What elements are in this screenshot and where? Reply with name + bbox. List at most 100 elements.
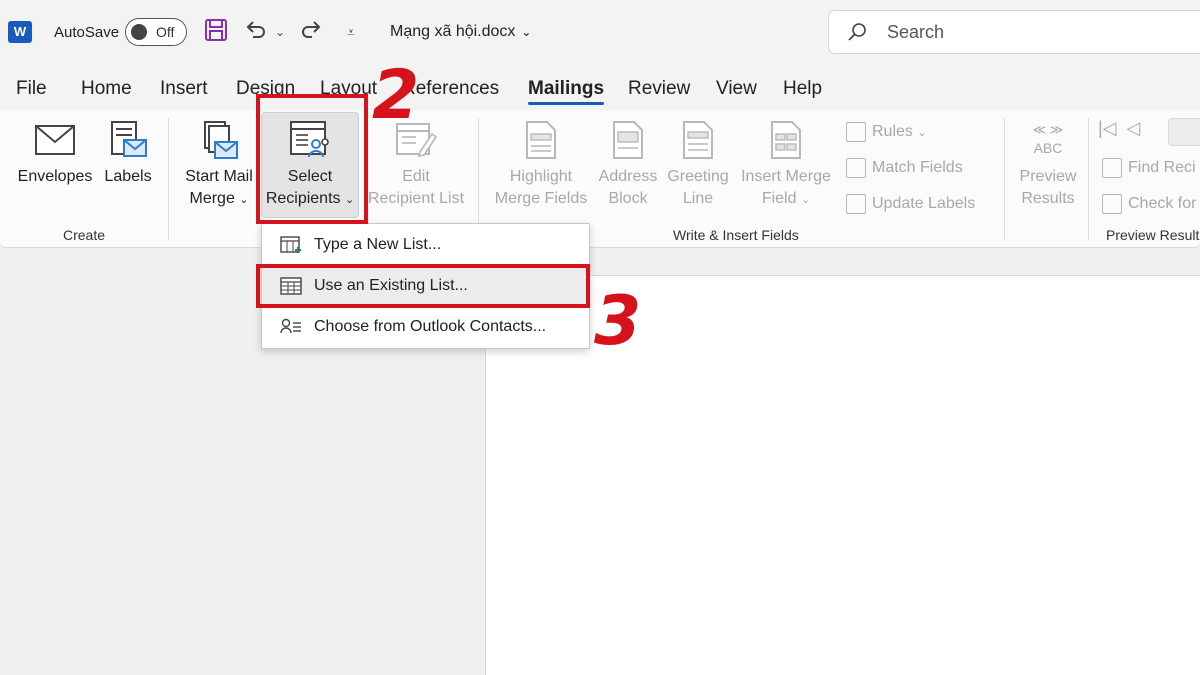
insert-merge-field-icon [771, 121, 801, 159]
word-logo-icon: W [8, 21, 32, 43]
rules-button[interactable]: Rules ⌄ [846, 122, 927, 142]
highlight-label-2: Merge Fields [494, 190, 588, 207]
find-recipient-icon [1102, 158, 1122, 178]
greeting-line-icon [683, 121, 713, 159]
search-icon [848, 23, 866, 41]
group-label-write-insert: Write & Insert Fields [673, 227, 799, 243]
first-record-icon[interactable]: |◁ [1098, 118, 1117, 138]
greeting-label-2: Line [682, 190, 714, 207]
preview-nav: |◁ ◁ [1098, 118, 1140, 139]
update-labels-icon [846, 194, 866, 214]
tab-mailings[interactable]: Mailings [528, 78, 605, 105]
start-mail-merge-label-2-text: Merge [189, 190, 235, 207]
tab-home[interactable]: Home [81, 78, 132, 100]
customize-toolbar-icon[interactable]: ⩡ [338, 18, 364, 46]
tab-file[interactable]: File [16, 78, 47, 100]
document-page[interactable] [485, 275, 1200, 675]
envelope-icon [35, 125, 75, 155]
ribbon-separator [1004, 118, 1005, 240]
highlight-merge-fields-button[interactable]: Highlight Merge Fields [488, 120, 594, 210]
ribbon-tabs: File Home Insert Design Layout Reference… [0, 64, 1200, 110]
envelopes-button[interactable]: Envelopes [12, 120, 98, 188]
annotation-highlight-select-recipients [256, 94, 368, 224]
menu-item-choose-outlook-contacts[interactable]: Choose from Outlook Contacts... [262, 308, 589, 346]
record-number-field[interactable] [1168, 118, 1200, 146]
autosave-state: Off [156, 24, 175, 40]
match-fields-label: Match Fields [872, 159, 963, 177]
document-title[interactable]: Mạng xã hội.docx ⌄ [390, 23, 531, 41]
find-recipient-button[interactable]: Find Reci [1102, 158, 1196, 178]
document-title-text: Mạng xã hội.docx [390, 23, 516, 40]
match-fields-button[interactable]: Match Fields [846, 158, 963, 178]
undo-icon[interactable] [243, 18, 269, 46]
insert-merge-label-1: Insert Merge [741, 168, 831, 185]
contacts-icon [280, 318, 301, 334]
group-label-preview: Preview Result [1106, 227, 1200, 243]
match-fields-icon [846, 158, 866, 178]
address-label-1: Address [598, 168, 658, 185]
new-list-icon [280, 236, 301, 253]
menu-item-type-new-list[interactable]: Type a New List... [262, 226, 589, 264]
group-label-create: Create [63, 227, 106, 243]
highlight-label-1: Highlight [509, 168, 573, 185]
chevron-down-icon: ⌄ [521, 25, 532, 39]
menu-item-label: Type a New List... [314, 236, 442, 253]
preview-label-2: Results [1021, 190, 1075, 207]
chevron-down-icon: ⌄ [239, 194, 249, 206]
start-mail-merge-icon [204, 121, 238, 159]
ribbon-separator [168, 118, 169, 240]
find-recipient-label: Find Reci [1128, 159, 1196, 177]
rules-icon [846, 122, 866, 142]
highlight-merge-fields-icon [526, 121, 556, 159]
insert-merge-field-button[interactable]: Insert Merge Field ⌄ [736, 120, 836, 211]
chevron-down-icon: ⌄ [917, 127, 927, 140]
tab-help[interactable]: Help [783, 78, 822, 100]
title-bar: W AutoSave Off ⌄ ⩡ Mạng xã hội.docx ⌄ Sea… [0, 0, 1200, 64]
ribbon-separator [1088, 118, 1089, 240]
check-for-errors-button[interactable]: Check for [1102, 194, 1196, 214]
check-for-errors-icon [1102, 194, 1122, 214]
save-icon[interactable] [203, 18, 229, 46]
preview-results-button[interactable]: ≪ ≫ ABC Preview Results [1012, 122, 1084, 210]
tab-view[interactable]: View [716, 78, 757, 100]
tab-review[interactable]: Review [628, 78, 690, 100]
previous-record-icon[interactable]: ◁ [1127, 118, 1141, 138]
address-label-2: Block [608, 190, 648, 207]
annotation-step-2: 2 [372, 56, 420, 135]
toggle-knob [131, 24, 147, 40]
start-mail-merge-button[interactable]: Start Mail Merge ⌄ [178, 120, 260, 211]
rules-label: Rules [872, 123, 913, 141]
check-for-label: Check for [1128, 195, 1197, 213]
address-block-icon [613, 121, 643, 159]
edit-recipient-label-1: Edit [402, 168, 430, 185]
chevron-down-icon: ⌄ [800, 194, 811, 206]
update-labels-button[interactable]: Update Labels [846, 194, 975, 214]
greeting-line-button[interactable]: Greeting Line [663, 120, 733, 210]
ribbon-separator [478, 118, 479, 240]
undo-dropdown-chevron-icon[interactable]: ⌄ [271, 18, 289, 46]
greeting-label-1: Greeting [667, 168, 729, 185]
insert-merge-label-2-text: Field [761, 190, 797, 207]
start-mail-merge-label-2: Merge ⌄ [178, 188, 260, 211]
preview-arrows-icon: ≪ ≫ [1032, 122, 1064, 137]
start-mail-merge-label-1: Start Mail [185, 168, 253, 185]
menu-item-label: Choose from Outlook Contacts... [314, 318, 547, 335]
insert-merge-label-2: Field ⌄ [736, 188, 836, 211]
address-block-button[interactable]: Address Block [596, 120, 660, 210]
preview-label-1: Preview [1019, 168, 1077, 185]
annotation-highlight-existing-list [256, 264, 590, 308]
edit-recipient-label-2: Recipient List [367, 190, 465, 207]
envelopes-label: Envelopes [17, 168, 93, 185]
autosave-label: AutoSave [54, 24, 120, 41]
annotation-step-3: 3 [594, 282, 642, 361]
update-labels-label: Update Labels [872, 195, 976, 213]
autosave-toggle[interactable]: Off [125, 18, 187, 46]
preview-abc: ABC [1033, 140, 1063, 156]
redo-icon[interactable] [298, 18, 324, 46]
search-placeholder: Search [887, 22, 945, 42]
labels-label: Labels [104, 168, 152, 185]
search-box[interactable]: Search [828, 10, 1200, 54]
labels-icon [111, 121, 147, 157]
labels-button[interactable]: Labels [100, 120, 156, 188]
tab-insert[interactable]: Insert [160, 78, 208, 100]
